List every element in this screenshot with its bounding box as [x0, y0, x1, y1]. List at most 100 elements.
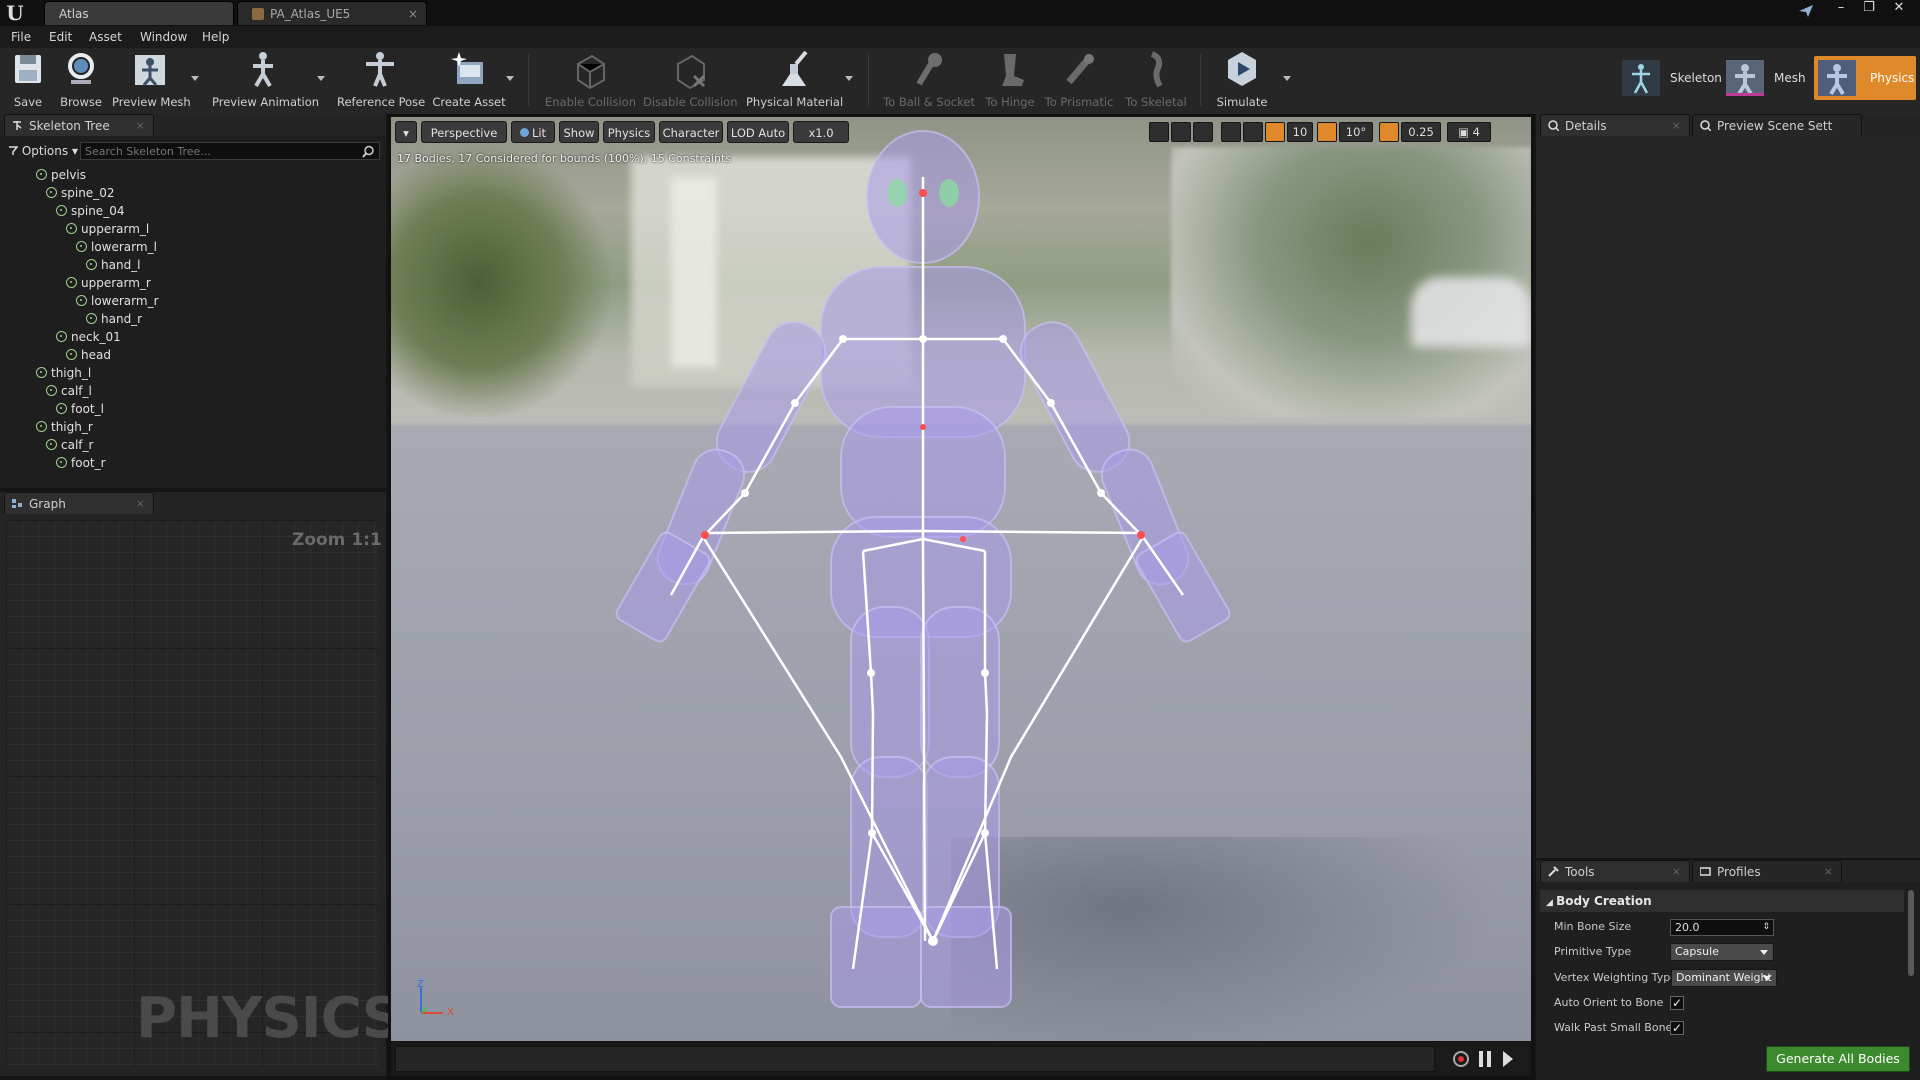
bone-row[interactable]: lowerarm_l [0, 238, 386, 256]
tab-graph[interactable]: Graph × [4, 492, 154, 514]
grid-snap-value[interactable]: 10 [1287, 122, 1313, 142]
bone-row[interactable]: foot_r [0, 454, 386, 472]
scale-snap-icon[interactable] [1379, 122, 1399, 142]
close-window-button[interactable]: ✕ [1886, 0, 1912, 18]
to-hinge-button[interactable]: To Hinge [982, 50, 1038, 110]
mode-skeleton-button[interactable]: Skeleton [1620, 56, 1722, 100]
skeleton-search-input[interactable] [80, 142, 380, 160]
lit-button[interactable]: Lit [511, 121, 555, 143]
bone-row[interactable]: spine_04 [0, 202, 386, 220]
translate-tool-icon[interactable] [1149, 122, 1169, 142]
create-asset-dropdown-icon[interactable] [506, 76, 514, 81]
record-button[interactable] [1453, 1051, 1469, 1067]
bone-row[interactable]: pelvis [0, 166, 386, 184]
viewport[interactable]: ▾ Perspective Lit Show Physics Character… [391, 117, 1531, 1041]
physical-material-dropdown-icon[interactable] [845, 76, 853, 81]
asset-tab-physics-asset[interactable]: PA_Atlas_UE5 × [237, 1, 427, 25]
step-forward-button[interactable] [1503, 1051, 1513, 1067]
bone-row[interactable]: spine_02 [0, 184, 386, 202]
play-speed-button[interactable]: x1.0 [793, 121, 849, 143]
bone-row[interactable]: upperarm_l [0, 220, 386, 238]
close-tab-icon[interactable]: × [408, 2, 418, 26]
feedback-icon[interactable] [1798, 4, 1814, 18]
camera-speed-button[interactable]: ▣ 4 [1447, 122, 1491, 142]
preview-mesh-dropdown-icon[interactable] [191, 76, 199, 81]
character-button[interactable]: Character [659, 121, 723, 143]
physics-view-button[interactable]: Physics [603, 121, 655, 143]
menu-help[interactable]: Help [198, 26, 233, 48]
close-panel-icon[interactable]: × [1672, 861, 1681, 883]
min-bone-size-input[interactable]: 20.0 ⇕ [1670, 919, 1774, 936]
graph-canvas[interactable] [6, 520, 378, 1066]
physical-material-button[interactable]: Physical Material [746, 50, 843, 110]
preview-animation-button[interactable]: Preview Animation [212, 50, 319, 110]
mode-physics-button[interactable]: Physics [1814, 56, 1916, 100]
simulate-dropdown-icon[interactable] [1283, 76, 1291, 81]
to-ball-socket-button[interactable]: To Ball & Socket [882, 50, 976, 110]
bone-row[interactable]: foot_l [0, 400, 386, 418]
bone-row[interactable]: upperarm_r [0, 274, 386, 292]
tab-profiles[interactable]: Profiles × [1692, 860, 1842, 882]
simulate-button[interactable]: Simulate [1212, 50, 1272, 110]
preview-animation-dropdown-icon[interactable] [317, 76, 325, 81]
options-dropdown[interactable]: Options ▾ [8, 142, 78, 160]
bone-row[interactable]: hand_r [0, 310, 386, 328]
lod-button[interactable]: LOD Auto [727, 121, 789, 143]
close-panel-icon[interactable]: × [1672, 115, 1681, 137]
enable-collision-button[interactable]: Enable Collision [545, 50, 636, 110]
save-button[interactable]: Save [10, 50, 46, 110]
bone-row[interactable]: lowerarm_r [0, 292, 386, 310]
unreal-logo-icon[interactable]: U [4, 2, 26, 24]
rotate-tool-icon[interactable] [1171, 122, 1191, 142]
menu-asset[interactable]: Asset [85, 26, 126, 48]
vertex-weighting-combo[interactable]: Dominant Weight [1671, 969, 1777, 987]
bone-row[interactable]: neck_01 [0, 328, 386, 346]
world-local-icon[interactable] [1221, 122, 1241, 142]
browse-button[interactable]: Browse [58, 50, 104, 110]
tools-scrollbar[interactable] [1908, 890, 1914, 976]
bone-row[interactable]: calf_r [0, 436, 386, 454]
close-panel-icon[interactable]: × [136, 115, 145, 137]
disable-collision-button[interactable]: Disable Collision [643, 50, 737, 110]
tab-details[interactable]: Details × [1540, 114, 1690, 136]
body-creation-section[interactable]: ◢ Body Creation [1540, 890, 1904, 912]
bone-row[interactable]: hand_l [0, 256, 386, 274]
show-button[interactable]: Show [559, 121, 599, 143]
search-icon[interactable] [362, 145, 375, 158]
rotate-snap-value[interactable]: 10° [1339, 122, 1373, 142]
minimize-button[interactable]: – [1828, 0, 1854, 18]
bone-row[interactable]: thigh_l [0, 364, 386, 382]
tab-tools[interactable]: Tools × [1540, 860, 1690, 882]
asset-tab-atlas[interactable]: Atlas [44, 1, 234, 25]
pause-button[interactable] [1479, 1051, 1491, 1067]
scale-snap-value[interactable]: 0.25 [1401, 122, 1441, 142]
reference-pose-button[interactable]: Reference Pose [337, 50, 425, 110]
tab-preview-scene-settings[interactable]: Preview Scene Sett [1692, 114, 1862, 136]
create-asset-button[interactable]: Create Asset [432, 50, 506, 110]
close-panel-icon[interactable]: × [136, 493, 145, 515]
viewport-options-dropdown[interactable]: ▾ [395, 121, 417, 143]
mode-mesh-button[interactable]: Mesh [1724, 56, 1812, 100]
to-skeletal-button[interactable]: To Skeletal [1120, 50, 1192, 110]
grid-snap-icon[interactable] [1265, 122, 1285, 142]
bone-row[interactable]: thigh_r [0, 418, 386, 436]
surface-snap-icon[interactable] [1243, 122, 1263, 142]
menu-file[interactable]: File [7, 26, 35, 48]
timeline-scrubber[interactable] [395, 1046, 1435, 1072]
generate-all-bodies-button[interactable]: Generate All Bodies [1766, 1046, 1910, 1072]
menu-edit[interactable]: Edit [45, 26, 76, 48]
primitive-type-combo[interactable]: Capsule [1670, 943, 1774, 961]
to-prismatic-button[interactable]: To Prismatic [1044, 50, 1114, 110]
perspective-button[interactable]: Perspective [421, 121, 507, 143]
close-panel-icon[interactable]: × [1824, 861, 1833, 883]
maximize-button[interactable]: ❐ [1856, 0, 1882, 18]
auto-orient-checkbox[interactable]: ✓ [1670, 996, 1684, 1010]
tab-skeleton-tree[interactable]: Skeleton Tree × [4, 114, 154, 136]
menu-window[interactable]: Window [136, 26, 191, 48]
bone-row[interactable]: calf_l [0, 382, 386, 400]
preview-mesh-button[interactable]: Preview Mesh [112, 50, 191, 110]
rotate-snap-icon[interactable] [1317, 122, 1337, 142]
scale-tool-icon[interactable] [1193, 122, 1213, 142]
walk-past-checkbox[interactable]: ✓ [1670, 1021, 1684, 1035]
bone-row[interactable]: head [0, 346, 386, 364]
